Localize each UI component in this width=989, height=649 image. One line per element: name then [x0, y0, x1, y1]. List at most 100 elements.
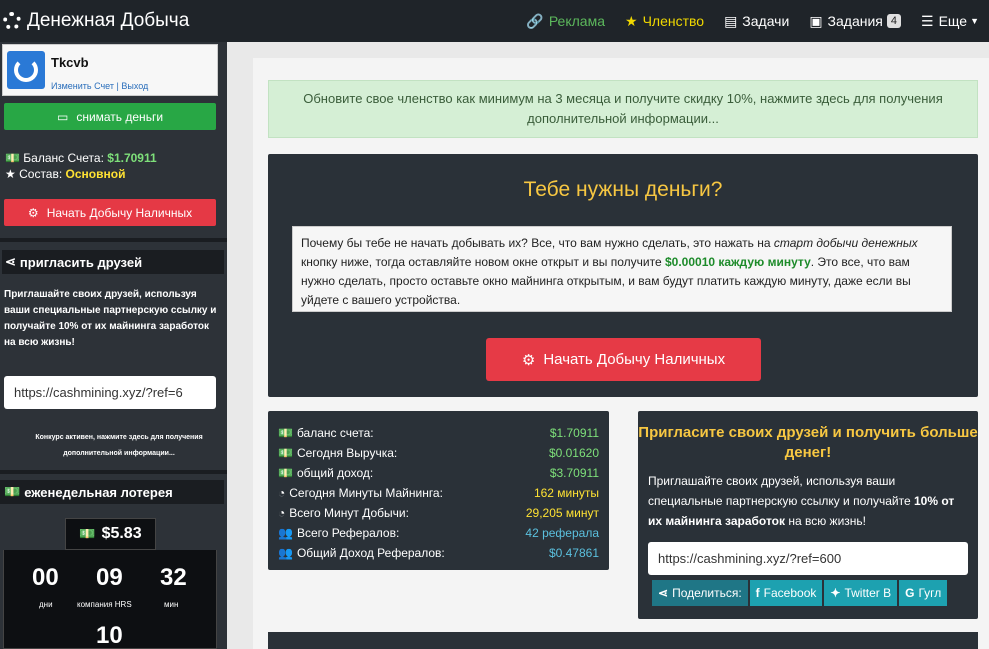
stat-label: 💵 общий доход:	[278, 466, 374, 480]
invite-panel-text: Приглашайте своих друзей, используя ваши…	[648, 474, 955, 528]
stat-value: 29,205 минут	[525, 506, 599, 520]
referral-link-main-input[interactable]: https://cashmining.xyz/?ref=600	[648, 542, 968, 575]
invite-friends-panel: Пригласите своих друзей и получить больш…	[638, 411, 978, 619]
stat-label: ◔ Сегодня Минуты Майнинга:	[278, 486, 443, 500]
clock-icon: ◔	[278, 506, 286, 520]
stat-row: 💵 Сегодня Выручка: $0.01620	[278, 443, 599, 463]
stat-value: $1.70911	[549, 426, 599, 440]
stat-value: $0.47861	[548, 546, 599, 560]
lottery-header: 💵 еженедельная лотерея	[0, 480, 224, 504]
nav-jobs[interactable]: ▣ Задания 4	[799, 0, 911, 42]
power-icon	[14, 58, 38, 82]
share-bar: ⋖ Поделиться: f Facebook ✦ Twitter В G Гугл	[652, 580, 949, 606]
stat-label: 💵 баланс счета:	[278, 426, 374, 440]
withdraw-button[interactable]: ▭ снимать деньги	[4, 103, 216, 130]
share-icon: ⋖	[658, 586, 669, 600]
stat-value: $0.01620	[548, 446, 599, 460]
facebook-share-button[interactable]: f Facebook	[749, 580, 823, 606]
caret-down-icon: ▼	[970, 16, 979, 26]
share-label: ⋖ Поделиться:	[652, 580, 748, 606]
twitter-share-button[interactable]: ✦ Twitter В	[824, 580, 898, 606]
countdown-hours-label: компания HRS	[77, 600, 132, 609]
nav-menu: 🔗 Реклама ★ Членство ▤ Задачи ▣ Задания 4 ☰ Ещ…	[516, 0, 989, 42]
avatar[interactable]	[7, 51, 45, 89]
stat-row: 💵 баланс счета: $1.70911	[278, 423, 599, 443]
bottom-panel	[268, 632, 978, 649]
brand[interactable]: Денежная Добыча	[0, 10, 189, 32]
nav-tasks[interactable]: ▤ Задачи	[714, 0, 799, 42]
countdown-days: 00	[32, 564, 59, 591]
stat-row: ◔ Сегодня Минуты Майнинга: 162 минуты	[278, 483, 599, 503]
app-title: Денежная Добыча	[27, 10, 190, 31]
google-share-button[interactable]: G Гугл	[899, 580, 948, 606]
account-links[interactable]: Изменить Счет | Выход	[51, 81, 148, 91]
stat-value: $3.70911	[549, 466, 599, 480]
twitter-icon: ✦	[830, 586, 841, 600]
nav-more[interactable]: ☰ Еще ▼	[911, 0, 989, 42]
referral-link-input[interactable]: https://cashmining.xyz/?ref=6	[4, 376, 216, 409]
hero-description: Почему бы тебе не начать добывать их? Вс…	[292, 226, 952, 312]
countdown-minutes: 32	[160, 564, 187, 591]
countdown-seconds: 10	[96, 622, 123, 649]
jobs-count-badge: 4	[886, 14, 902, 28]
start-mining-button[interactable]: ⚙ Начать Добычу Наличных	[486, 338, 761, 381]
invite-text: Приглашайте своих друзей, используя ваши…	[4, 289, 217, 348]
balance-info: 💵 Баланс Счета: $1.70911 ★ Состав: Основ…	[5, 151, 157, 181]
money-icon: 💵	[79, 526, 96, 541]
star-icon: ★	[625, 12, 638, 29]
divider	[0, 238, 227, 242]
stat-row: 👥 Всего Рефералов: 42 реферала	[278, 523, 599, 543]
contest-link[interactable]: Конкурс активен, нажмите здесь для получ…	[20, 430, 218, 462]
star-icon: ★	[5, 167, 16, 181]
money-icon: 💵	[278, 466, 293, 480]
gear-icon	[3, 12, 21, 30]
money-icon: 💵	[4, 484, 21, 499]
profile-card: Tkcvb Изменить Счет | Выход	[2, 44, 218, 96]
money-icon: 💵	[278, 426, 293, 440]
money-icon: 💵	[278, 446, 293, 460]
list-icon: ▤	[724, 12, 738, 29]
stat-value: 162 минуты	[533, 486, 599, 500]
start-mining-sidebar-button[interactable]: ⚙ Начать Добычу Наличных	[4, 199, 216, 226]
google-icon: G	[905, 586, 915, 600]
stat-label: 👥 Общий Доход Рефералов:	[278, 546, 445, 560]
username: Tkcvb	[51, 55, 89, 70]
share-icon: ⋖	[5, 254, 16, 269]
invite-panel-title: Пригласите своих друзей и получить больш…	[638, 424, 978, 461]
lottery-countdown: 00 дни 09 компания HRS 32 мин 10	[3, 550, 217, 649]
users-icon: 👥	[278, 546, 293, 560]
sidebar: Tkcvb Изменить Счет | Выход ▭ снимать ден…	[0, 42, 227, 649]
gear-icon: ⚙	[521, 351, 536, 369]
gear-icon: ⚙	[27, 205, 39, 220]
invite-friends-header: ⋖ пригласить друзей	[2, 250, 224, 274]
countdown-minutes-label: мин	[164, 600, 179, 609]
countdown-days-label: дни	[39, 600, 53, 609]
stat-value: 42 реферала	[525, 526, 599, 540]
nav-membership[interactable]: ★ Членство	[615, 0, 714, 42]
link-icon: 🔗	[526, 12, 544, 29]
credit-card-icon: ▭	[56, 109, 69, 124]
stat-label: 💵 Сегодня Выручка:	[278, 446, 398, 460]
briefcase-icon: ▣	[809, 12, 823, 29]
facebook-icon: f	[755, 586, 760, 600]
stat-row: ◔ Всего Минут Добычи: 29,205 минут	[278, 503, 599, 523]
money-icon: 💵	[5, 151, 20, 165]
stat-label: ◔ Всего Минут Добычи:	[278, 506, 409, 520]
membership-alert[interactable]: Обновите свое членство как минимум на 3 …	[268, 80, 978, 138]
balance-value: $1.70911	[107, 151, 157, 165]
lottery-jackpot: 💵 $5.83	[65, 518, 156, 550]
countdown-hours: 09	[96, 564, 123, 591]
clock-icon: ◔	[278, 486, 286, 500]
stat-row: 💵 общий доход: $3.70911	[278, 463, 599, 483]
mining-hero-panel: Тебе нужны деньги? Почему бы тебе не нач…	[268, 154, 978, 397]
stat-row: 👥 Общий Доход Рефералов: $0.47861	[278, 543, 599, 563]
hero-title: Тебе нужны деньги?	[523, 178, 723, 201]
status-value: Основной	[65, 167, 126, 181]
top-navbar: Денежная Добыча 🔗 Реклама ★ Членство ▤ Зада…	[0, 0, 989, 42]
nav-ads[interactable]: 🔗 Реклама	[516, 0, 615, 42]
stats-panel: 💵 баланс счета: $1.70911 💵 Сегодня Выручка: $…	[268, 411, 609, 570]
users-icon: 👥	[278, 526, 293, 540]
stat-label: 👥 Всего Рефералов:	[278, 526, 400, 540]
menu-icon: ☰	[921, 12, 934, 29]
divider	[0, 470, 227, 474]
